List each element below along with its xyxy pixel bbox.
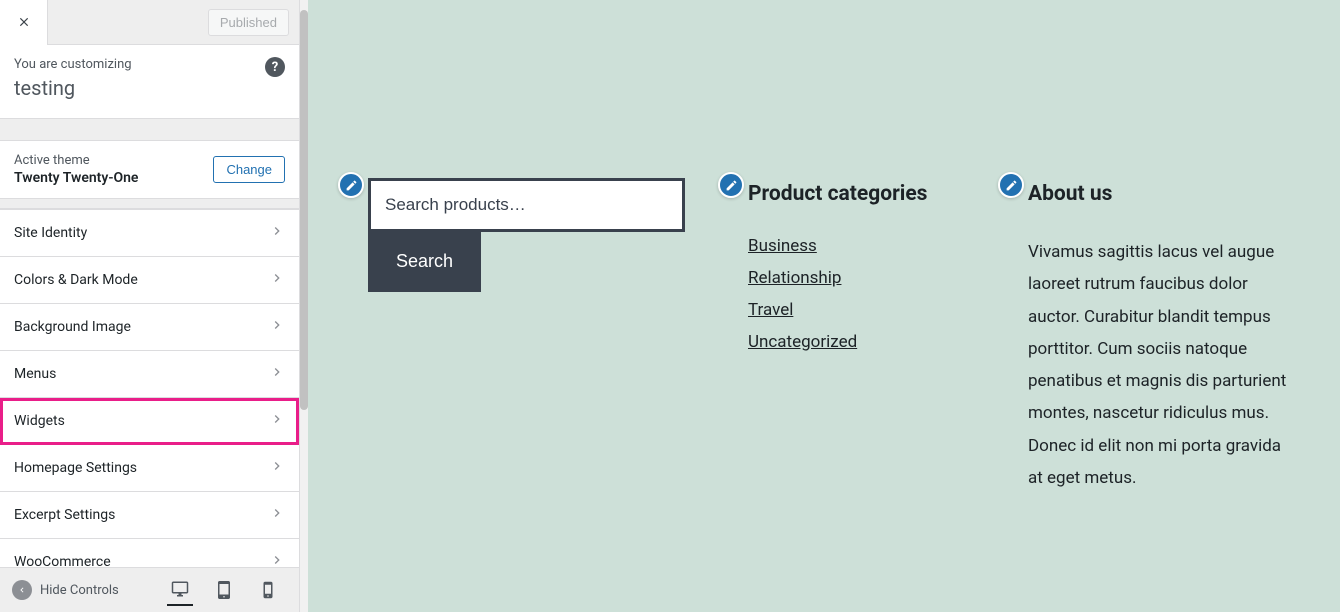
category-link[interactable]: Travel: [748, 300, 793, 320]
help-button[interactable]: ?: [265, 57, 285, 77]
close-button[interactable]: [0, 0, 48, 45]
sidebar-topbar: Published: [0, 0, 299, 45]
pencil-icon: [1005, 179, 1018, 192]
active-theme-label: Active theme: [14, 153, 138, 168]
pencil-icon: [345, 179, 358, 192]
device-tablet-button[interactable]: [211, 574, 237, 606]
menu-item-background-image[interactable]: Background Image: [0, 304, 299, 351]
widget-product-categories: Product categories Business Relationship T…: [748, 160, 978, 364]
category-list: Business Relationship Travel Uncategorized: [748, 236, 978, 352]
edit-widget-button[interactable]: [998, 172, 1024, 198]
sidebar-bottombar: Hide Controls: [0, 567, 299, 612]
mobile-icon: [259, 581, 277, 599]
customizer-sidebar: Published You are customizing testing ? …: [0, 0, 300, 612]
chevron-right-icon: [269, 411, 285, 431]
preview-scrollbar-track[interactable]: [300, 0, 308, 612]
desktop-icon: [171, 580, 189, 598]
menu-item-label: Widgets: [14, 413, 65, 429]
list-item: Uncategorized: [748, 332, 978, 352]
hide-controls-label: Hide Controls: [40, 583, 119, 598]
hide-controls-button[interactable]: Hide Controls: [0, 580, 119, 600]
menu-scroll: Site Identity Colors & Dark Mode Backgroun…: [0, 209, 299, 567]
widget-about: About us Vivamus sagittis lacus vel augu…: [1028, 160, 1288, 494]
help-icon: ?: [272, 60, 278, 75]
menu-item-colors-dark-mode[interactable]: Colors & Dark Mode: [0, 257, 299, 304]
device-buttons: [167, 574, 289, 606]
publish-button[interactable]: Published: [208, 9, 289, 36]
device-desktop-button[interactable]: [167, 574, 193, 606]
footer-widgets-row: Search Product categories Business Relati…: [368, 160, 1290, 494]
active-theme-name: Twenty Twenty-One: [14, 170, 138, 186]
spacer: [0, 199, 299, 209]
site-name: testing: [14, 76, 285, 100]
preview-pane: Search Product categories Business Relati…: [308, 0, 1340, 612]
menu-item-label: Colors & Dark Mode: [14, 272, 138, 288]
tablet-icon: [215, 581, 233, 599]
customizer-menu: Site Identity Colors & Dark Mode Backgroun…: [0, 209, 299, 567]
spacer: [0, 119, 299, 141]
chevron-right-icon: [269, 552, 285, 567]
menu-item-label: Homepage Settings: [14, 460, 137, 476]
category-link[interactable]: Uncategorized: [748, 332, 857, 352]
widget-title: About us: [1028, 182, 1288, 206]
edit-widget-button[interactable]: [718, 172, 744, 198]
app-layout: Published You are customizing testing ? …: [0, 0, 1340, 612]
chevron-left-icon: [12, 580, 32, 600]
chevron-right-icon: [269, 270, 285, 290]
pencil-icon: [725, 179, 738, 192]
menu-item-excerpt-settings[interactable]: Excerpt Settings: [0, 492, 299, 539]
theme-row: Active theme Twenty Twenty-One Change: [0, 141, 299, 199]
menu-item-homepage-settings[interactable]: Homepage Settings: [0, 445, 299, 492]
category-link[interactable]: Relationship: [748, 268, 841, 288]
widget-search: Search: [368, 160, 698, 292]
list-item: Travel: [748, 300, 978, 320]
search-input[interactable]: [385, 195, 668, 215]
chevron-right-icon: [269, 458, 285, 478]
device-mobile-button[interactable]: [255, 574, 281, 606]
preview-wrap: Search Product categories Business Relati…: [300, 0, 1340, 612]
chevron-right-icon: [269, 317, 285, 337]
change-theme-button[interactable]: Change: [213, 156, 285, 183]
menu-item-label: Menus: [14, 366, 56, 382]
edit-widget-button[interactable]: [338, 172, 364, 198]
search-box: [368, 178, 685, 232]
menu-item-label: WooCommerce: [14, 554, 111, 567]
menu-item-widgets[interactable]: Widgets: [0, 398, 299, 445]
preview-scrollbar-thumb[interactable]: [300, 10, 308, 410]
customizing-label: You are customizing: [14, 57, 285, 72]
chevron-right-icon: [269, 223, 285, 243]
list-item: Business: [748, 236, 978, 256]
menu-item-menus[interactable]: Menus: [0, 351, 299, 398]
menu-item-site-identity[interactable]: Site Identity: [0, 209, 299, 257]
info-section: You are customizing testing ?: [0, 45, 299, 119]
chevron-right-icon: [269, 364, 285, 384]
widget-title: Product categories: [748, 182, 978, 206]
search-button[interactable]: Search: [368, 231, 481, 292]
category-link[interactable]: Business: [748, 236, 817, 256]
about-text: Vivamus sagittis lacus vel augue laoreet…: [1028, 236, 1288, 494]
menu-item-woocommerce[interactable]: WooCommerce: [0, 539, 299, 567]
menu-item-label: Excerpt Settings: [14, 507, 115, 523]
menu-item-label: Background Image: [14, 319, 131, 335]
menu-item-label: Site Identity: [14, 225, 87, 241]
close-icon: [17, 15, 31, 29]
chevron-right-icon: [269, 505, 285, 525]
list-item: Relationship: [748, 268, 978, 288]
